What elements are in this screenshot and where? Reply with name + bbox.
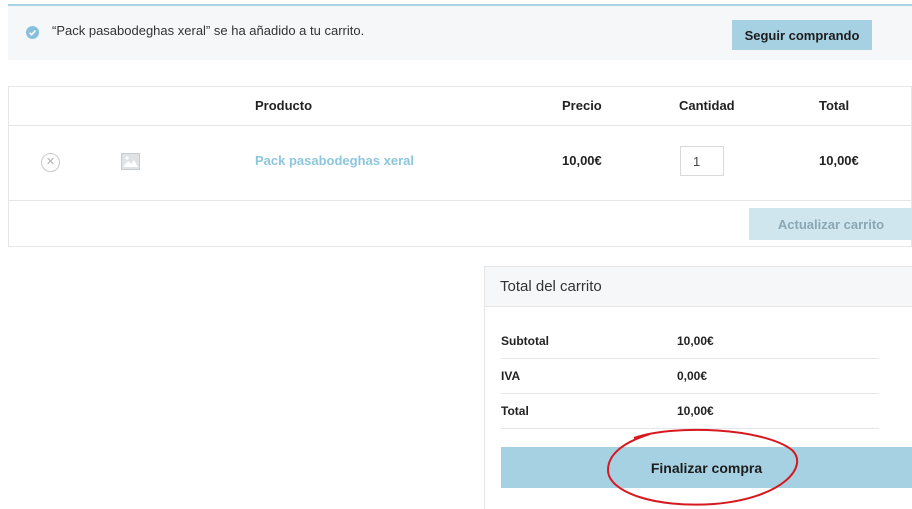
header-price: Precio xyxy=(562,98,602,113)
totals-label: IVA xyxy=(501,369,521,383)
cart-totals: Total del carrito Subtotal 10,00€ IVA 0,… xyxy=(484,266,912,509)
product-subtotal: 10,00€ xyxy=(819,153,859,168)
continue-shopping-button[interactable]: Seguir comprando xyxy=(732,20,872,50)
update-cart-button[interactable]: Actualizar carrito xyxy=(749,208,912,240)
quantity-input[interactable]: 1 xyxy=(680,146,724,176)
header-total: Total xyxy=(819,98,850,113)
cart-table-header: Producto Precio Cantidad Total xyxy=(9,87,911,126)
totals-row-subtotal: Subtotal 10,00€ xyxy=(501,324,879,359)
totals-value: 10,00€ xyxy=(677,404,714,418)
notice-message: “Pack pasabodeghas xeral” se ha añadido … xyxy=(52,23,365,38)
product-name-link[interactable]: Pack pasabodeghas xeral xyxy=(255,153,414,168)
totals-label: Subtotal xyxy=(501,334,549,348)
remove-item-icon[interactable]: ✕ xyxy=(41,153,60,172)
cart-notice: “Pack pasabodeghas xeral” se ha añadido … xyxy=(8,4,912,60)
totals-value: 0,00€ xyxy=(677,369,708,383)
totals-row-iva: IVA 0,00€ xyxy=(501,359,879,394)
totals-row-total: Total 10,00€ xyxy=(501,394,879,429)
totals-label: Total xyxy=(501,404,529,418)
image-placeholder-icon[interactable] xyxy=(121,153,140,170)
product-price: 10,00€ xyxy=(562,153,602,168)
cart-totals-title: Total del carrito xyxy=(485,267,912,307)
totals-value: 10,00€ xyxy=(677,334,714,348)
checkout-button[interactable]: Finalizar compra xyxy=(501,447,912,488)
header-product: Producto xyxy=(255,98,313,113)
cart-table: Producto Precio Cantidad Total ✕ Pack pa… xyxy=(8,86,912,247)
check-circle-icon xyxy=(26,26,39,39)
cart-item-row: ✕ Pack pasabodeghas xeral 10,00€ 1 10,00… xyxy=(9,126,911,201)
header-quantity: Cantidad xyxy=(679,98,735,113)
